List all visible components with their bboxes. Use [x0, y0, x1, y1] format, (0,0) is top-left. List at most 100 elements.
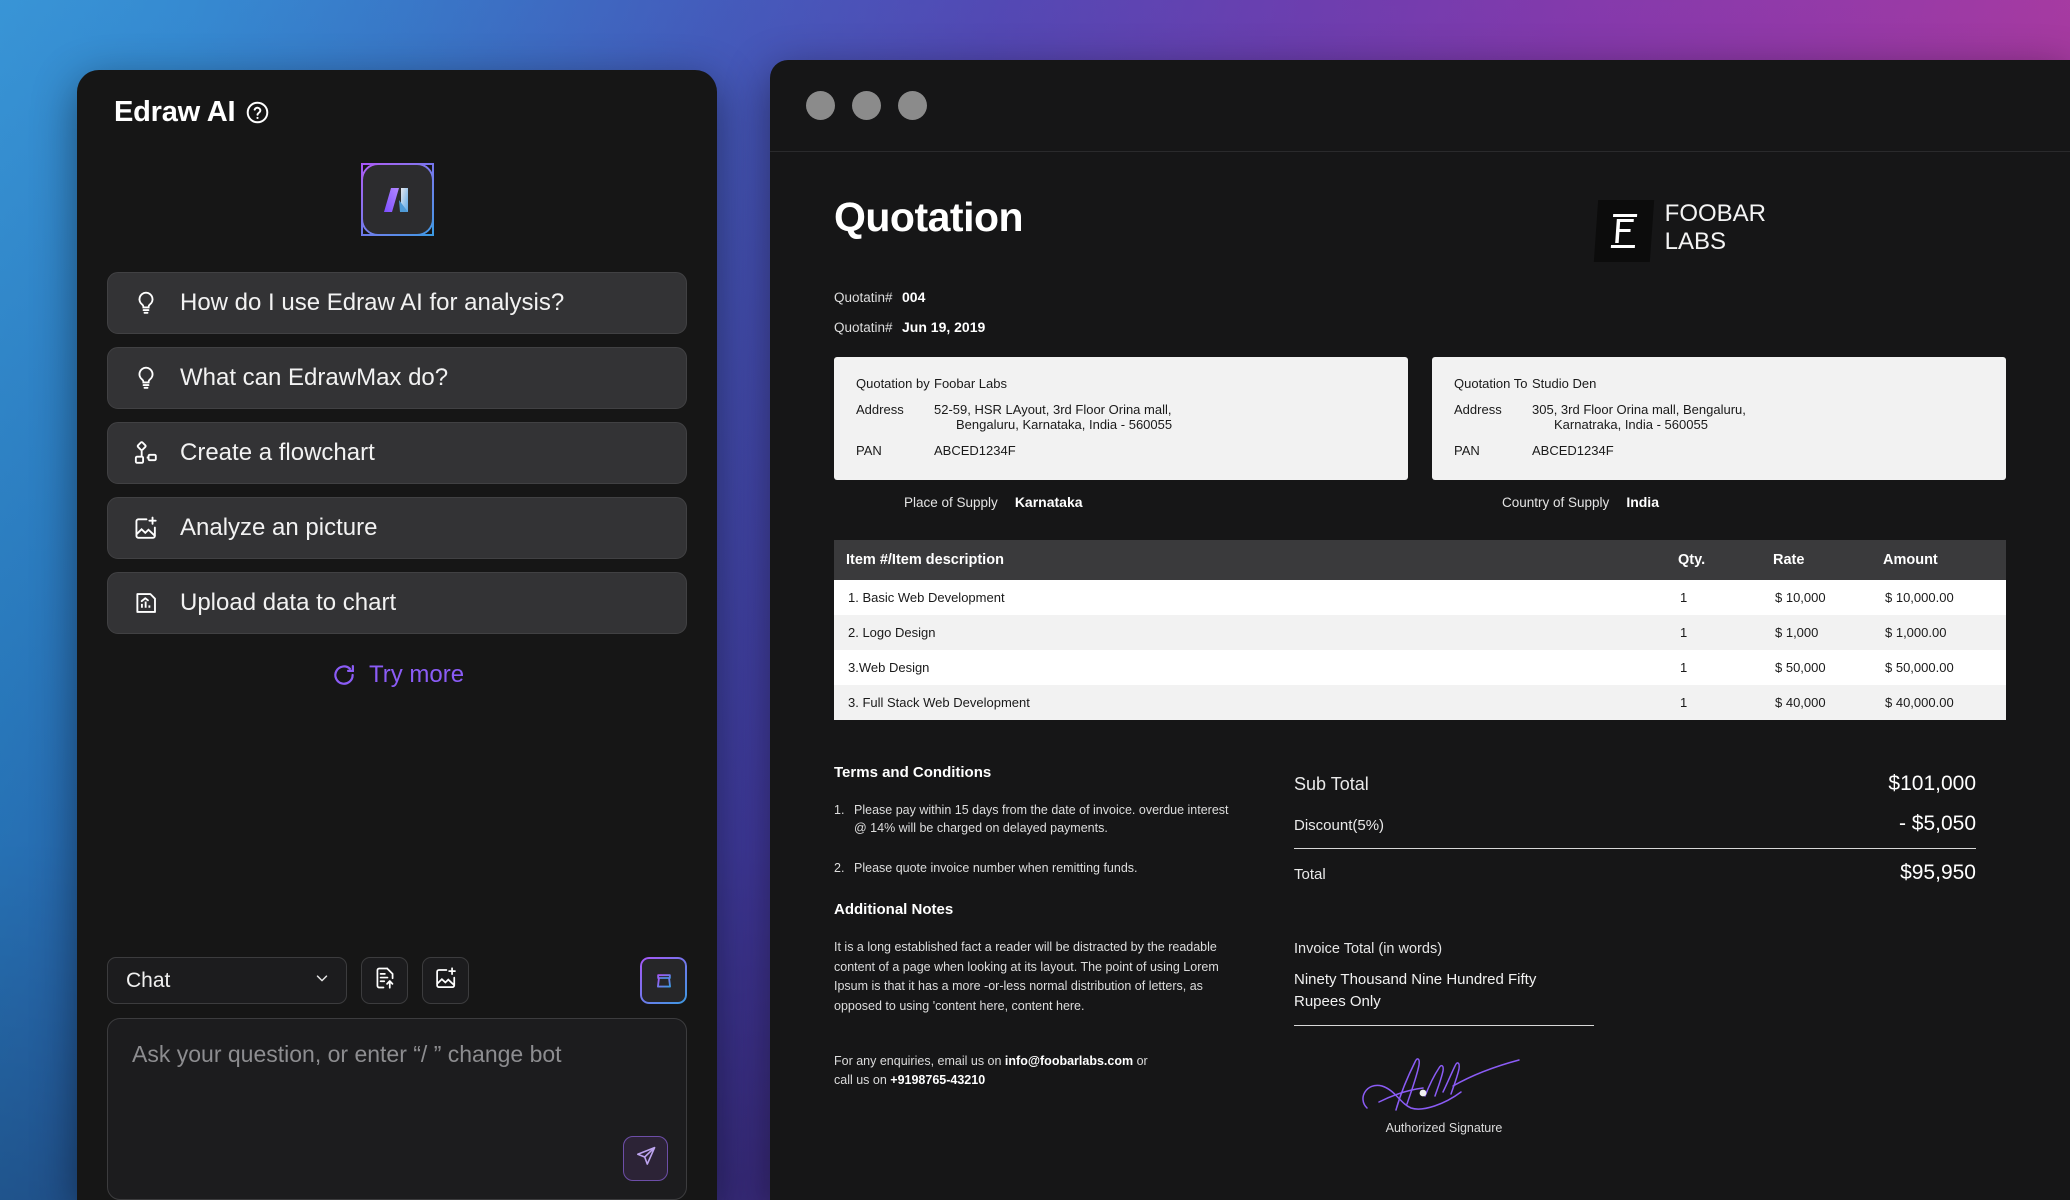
party-role-value: Foobar Labs: [934, 376, 1007, 391]
suggestion-item-analyze-picture[interactable]: Analyze an picture: [107, 497, 687, 559]
party-address-key: Address: [856, 402, 904, 417]
window-minimize-dot[interactable]: [852, 91, 881, 120]
meta-row: Quotatin# Jun 19, 2019: [834, 319, 2006, 335]
suggestion-label: What can EdrawMax do?: [180, 364, 449, 391]
notes-text: It is a long established fact a reader w…: [834, 940, 1219, 1013]
party-role-key: Quotation by: [856, 376, 930, 391]
cell-description: 3. Full Stack Web Development: [834, 685, 1666, 720]
terms-and-notes: Terms and Conditions 1. Please pay withi…: [834, 764, 1234, 1135]
cell-qty: 1: [1666, 685, 1761, 720]
party-address-row: Address 52-59, HSR LAyout, 3rd Floor Ori…: [856, 402, 1386, 432]
send-icon: [634, 1144, 658, 1173]
suggestion-item-flowchart[interactable]: Create a flowchart: [107, 422, 687, 484]
cell-amount: $ 1,000.00: [1871, 615, 2006, 650]
in-words-line2: Rupees Only: [1294, 992, 1381, 1010]
document-preview-window: Quotation FOOBAR LABS Quotatin# 004 Quot…: [770, 60, 2070, 1200]
notes-heading: Additional Notes: [834, 901, 954, 919]
composer-toolbar: Chat: [107, 957, 687, 1004]
party-role-key: Quotation To: [1454, 376, 1528, 391]
in-words-value: Ninety Thousand Nine Hundred Fifty Rupee…: [1294, 969, 2006, 1013]
column-header-amount: Amount: [1871, 540, 2006, 580]
party-role-row: Quotation To Studio Den: [1454, 376, 1984, 391]
clear-chat-button[interactable]: [640, 957, 687, 1004]
cell-qty: 1: [1666, 615, 1761, 650]
table-body: 1. Basic Web Development 1 $ 10,000 $ 10…: [834, 580, 2006, 720]
document-footer: Terms and Conditions 1. Please pay withi…: [834, 764, 2006, 1135]
suggestion-item-analysis[interactable]: How do I use Edraw AI for analysis?: [107, 272, 687, 334]
question-circle-icon[interactable]: [245, 100, 270, 125]
signature-image: [1362, 1057, 1520, 1111]
meta-value: Jun 19, 2019: [902, 319, 986, 335]
send-button[interactable]: [623, 1136, 668, 1181]
chat-input-placeholder: Ask your question, or enter “/ ” change …: [132, 1041, 562, 1067]
quotation-document: Quotation FOOBAR LABS Quotatin# 004 Quot…: [770, 152, 2070, 1135]
bot-mode-select[interactable]: Chat: [107, 957, 347, 1004]
suggestion-item-edrawmax[interactable]: What can EdrawMax do?: [107, 347, 687, 409]
suggestion-list: How do I use Edraw AI for analysis? What…: [77, 272, 717, 634]
company-logo-mark: [1593, 200, 1654, 262]
window-titlebar: [770, 60, 2070, 152]
term-number: 2.: [834, 861, 845, 876]
party-cards: Quotation by Foobar Labs Address 52-59, …: [834, 357, 2006, 480]
cell-rate: $ 1,000: [1761, 615, 1871, 650]
suggestion-label: Analyze an picture: [180, 514, 378, 541]
cell-rate: $ 50,000: [1761, 650, 1871, 685]
chat-input-area[interactable]: Ask your question, or enter “/ ” change …: [107, 1018, 687, 1200]
country-of-supply: Country of Supply India: [1432, 494, 2006, 510]
enquiry-email[interactable]: info@foobarlabs.com: [1005, 1054, 1133, 1068]
discount-label: Discount(5%): [1294, 817, 1385, 834]
meta-row: Quotatin# 004: [834, 289, 2006, 305]
edraw-ai-logo: [360, 163, 434, 236]
party-from-card: Quotation by Foobar Labs Address 52-59, …: [834, 357, 1408, 480]
address-line-1: 52-59, HSR LAyout, 3rd Floor Orina mall,: [934, 402, 1172, 417]
cell-rate: $ 40,000: [1761, 685, 1871, 720]
subtotal-label: Sub Total: [1294, 774, 1369, 794]
company-branding: FOOBAR LABS: [1593, 200, 1766, 262]
cell-amount: $ 40,000.00: [1871, 685, 2006, 720]
party-pan-key: PAN: [856, 443, 882, 458]
subtotal-row: Sub Total $101,000: [1294, 764, 2006, 804]
party-pan-value: ABCED1234F: [934, 443, 1016, 458]
enquiry-line1-post: or: [1133, 1053, 1148, 1068]
lightbulb-icon: [132, 289, 160, 317]
cell-description: 2. Logo Design: [834, 615, 1666, 650]
company-name-line2: LABS: [1664, 228, 1727, 256]
upload-document-button[interactable]: [361, 957, 408, 1004]
chat-composer: Chat Ask your question, or enter “/ ” ch…: [77, 957, 717, 1200]
discount-row: Discount(5%) - $5,050: [1294, 804, 2006, 844]
chat-header: Edraw AI: [77, 70, 717, 129]
window-close-dot[interactable]: [806, 91, 835, 120]
signature-block: Authorized Signature: [1294, 1046, 1594, 1135]
upload-image-button[interactable]: [422, 957, 469, 1004]
bot-mode-value: Chat: [126, 968, 171, 992]
party-pan-row: PAN ABCED1234F: [1454, 443, 1984, 458]
term-text: Please pay within 15 days from the date …: [854, 803, 1229, 836]
broom-icon: [651, 965, 677, 996]
party-address-value: 305, 3rd Floor Orina mall, Bengaluru, Ka…: [1532, 402, 1746, 432]
total-row: Total $95,950: [1294, 853, 2006, 893]
party-pan-row: PAN ABCED1234F: [856, 443, 1386, 458]
suggestion-item-upload-chart[interactable]: Upload data to chart: [107, 572, 687, 634]
refresh-icon: [330, 661, 358, 689]
enquiry-phone[interactable]: +9198765-43210: [890, 1073, 985, 1087]
in-words-line1: Ninety Thousand Nine Hundred Fifty: [1294, 971, 1537, 988]
signature-caption: Authorized Signature: [1385, 1120, 1503, 1135]
table-row: 1. Basic Web Development 1 $ 10,000 $ 10…: [834, 580, 2006, 615]
party-pan-key: PAN: [1454, 443, 1480, 458]
column-header-description: Item #/Item description: [834, 540, 1666, 580]
window-maximize-dot[interactable]: [898, 91, 927, 120]
suggestion-label: Create a flowchart: [180, 439, 375, 466]
cell-rate: $ 10,000: [1761, 580, 1871, 615]
cell-amount: $ 50,000.00: [1871, 650, 2006, 685]
edraw-ai-chat-panel: Edraw AI How do I use Edraw AI for analy…: [77, 70, 717, 1200]
supply-info: Place of Supply Karnataka Country of Sup…: [834, 494, 2006, 510]
try-more-button[interactable]: Try more: [77, 661, 717, 689]
logo-container: [77, 163, 717, 236]
table-row: 3. Full Stack Web Development 1 $ 40,000…: [834, 685, 2006, 720]
cell-description: 3.Web Design: [834, 650, 1666, 685]
enquiry-line2-pre: call us on: [834, 1073, 891, 1088]
chart-file-icon: [132, 589, 160, 617]
company-name: FOOBAR LABS: [1665, 200, 1766, 257]
cell-qty: 1: [1666, 580, 1761, 615]
party-address-value: 52-59, HSR LAyout, 3rd Floor Orina mall,…: [934, 402, 1172, 432]
